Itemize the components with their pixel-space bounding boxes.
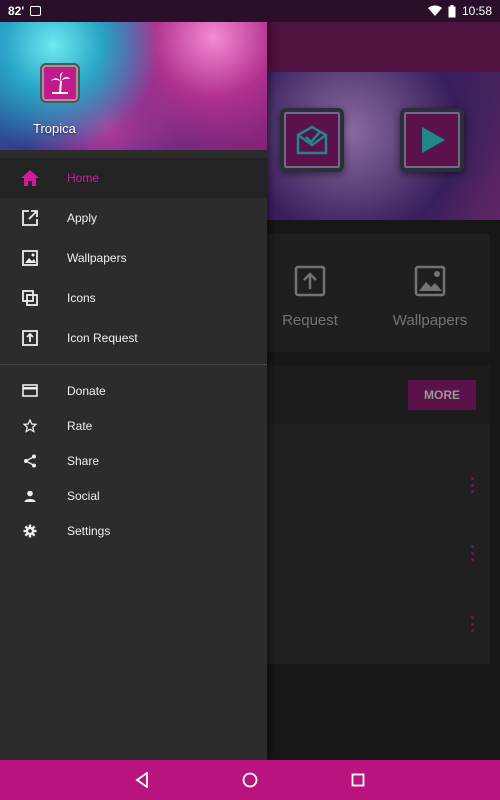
battery-icon [448, 4, 456, 17]
screen: 82' 10:58 Request Wallpapers MORE Tropic… [0, 0, 500, 800]
drawer-item-label: Social [67, 488, 100, 503]
system-nav-bar [0, 760, 500, 800]
drawer-item-donate[interactable]: Donate [0, 373, 267, 408]
back-triangle-icon [135, 772, 148, 788]
navigation-drawer: Tropica Home Apply Wallpapers Icons Icon… [0, 0, 267, 760]
drawer-divider [0, 364, 267, 365]
drawer-item-share[interactable]: Share [0, 443, 267, 478]
image-icon [20, 248, 40, 268]
drawer-item-label: Share [67, 453, 100, 468]
back-button[interactable] [132, 770, 152, 790]
drawer-item-wallpapers[interactable]: Wallpapers [0, 238, 267, 278]
home-button[interactable] [240, 770, 260, 790]
card-icon [20, 381, 40, 401]
drawer-scrim[interactable] [267, 22, 500, 760]
drawer-item-social[interactable]: Social [0, 478, 267, 513]
star-icon [20, 416, 40, 436]
drawer-item-label: Icons [67, 291, 96, 305]
clock-text: 10:58 [461, 4, 492, 18]
drawer-item-home[interactable]: Home [0, 158, 267, 198]
gallery-notification-icon [30, 6, 42, 16]
drawer-item-label: Home [67, 171, 100, 185]
drawer-item-label: Icon Request [67, 331, 138, 345]
drawer-item-label: Wallpapers [67, 251, 127, 265]
copy-icon [20, 288, 40, 308]
open-external-icon [20, 208, 40, 228]
drawer-item-apply[interactable]: Apply [0, 198, 267, 238]
drawer-item-label: Apply [67, 211, 98, 225]
drawer-item-settings[interactable]: Settings [0, 513, 267, 548]
palm-tree-icon [51, 72, 70, 94]
app-logo [40, 63, 80, 103]
app-name: Tropica [33, 121, 76, 136]
gear-icon [20, 521, 40, 541]
drawer-item-icon-request[interactable]: Icon Request [0, 318, 267, 358]
recents-square-icon [351, 773, 365, 787]
recents-button[interactable] [348, 770, 368, 790]
drawer-item-icons[interactable]: Icons [0, 278, 267, 318]
home-circle-icon [242, 772, 258, 788]
drawer-menu: Home Apply Wallpapers Icons Icon Request [0, 150, 267, 548]
home-icon [20, 168, 40, 188]
temperature-text: 82' [8, 4, 25, 18]
upload-icon [20, 328, 40, 348]
drawer-item-label: Settings [67, 523, 111, 538]
drawer-item-rate[interactable]: Rate [0, 408, 267, 443]
drawer-header: Tropica [0, 0, 267, 150]
person-icon [20, 486, 40, 506]
share-icon [20, 451, 40, 471]
status-bar: 82' 10:58 [0, 0, 500, 22]
drawer-item-label: Donate [67, 383, 106, 398]
wifi-icon [427, 5, 442, 17]
drawer-item-label: Rate [67, 418, 93, 433]
